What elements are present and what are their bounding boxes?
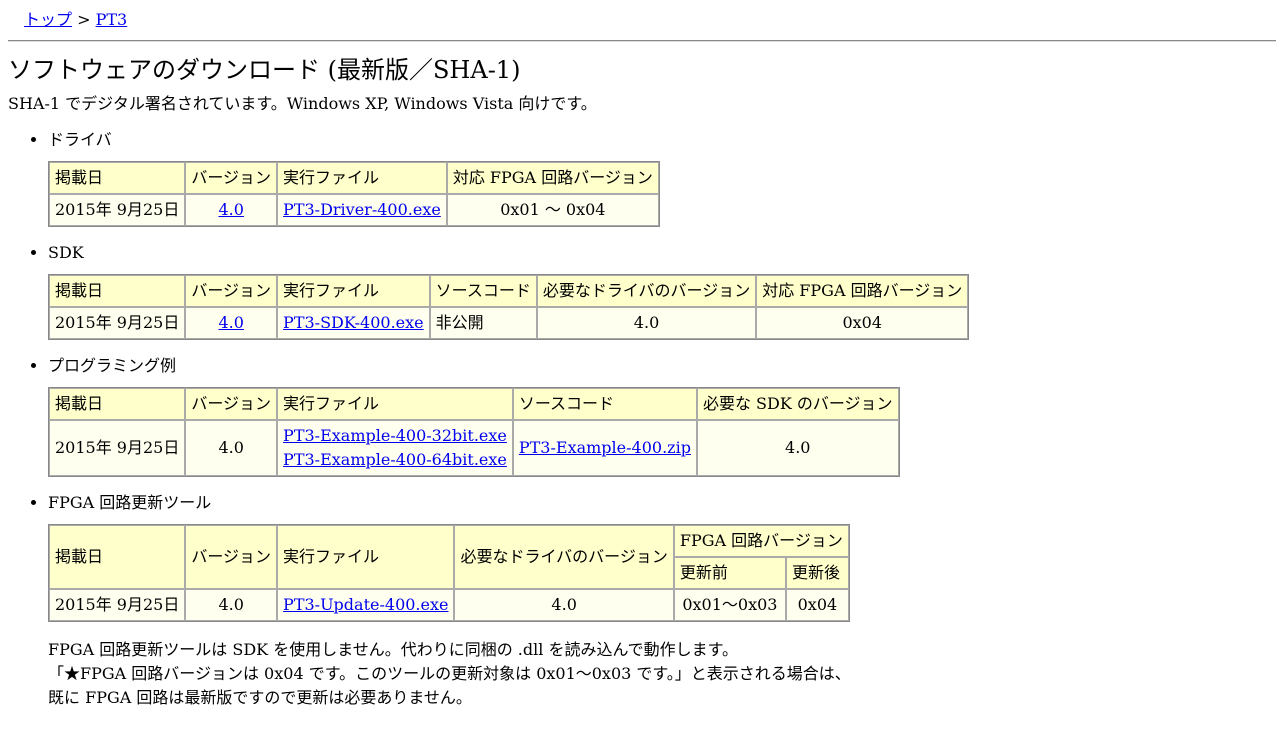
example-source-download-link[interactable]: PT3-Example-400.zip [519,438,691,457]
example-32bit-download-link[interactable]: PT3-Example-400-32bit.exe [283,426,507,445]
cell-version: 4.0 [185,420,278,476]
header-date: 掲載日 [49,388,186,420]
header-source: ソースコード [512,388,697,420]
example-table: 掲載日 バージョン 実行ファイル ソースコード 必要な SDK のバージョン 2… [48,387,900,477]
cell-fpga: 0x01 ～ 0x04 [446,194,659,226]
cell-driver-version: 4.0 [536,307,757,339]
cell-version: 4.0 [185,589,278,621]
cell-file: PT3-Driver-400.exe [277,194,447,226]
breadcrumb-top-link[interactable]: トップ [24,10,72,29]
update-note: FPGA 回路更新ツールは SDK を使用しません。代わりに同梱の .dll を… [48,638,1276,710]
section-heading-driver: ドライバ [48,130,112,149]
update-download-link[interactable]: PT3-Update-400.exe [283,595,448,614]
list-item-update: FPGA 回路更新ツール 掲載日 バージョン 実行ファイル 必要なドライバのバー… [48,491,1276,710]
cell-source: PT3-Example-400.zip [512,420,697,476]
cell-version: 4.0 [185,307,278,339]
header-file: 実行ファイル [277,388,513,420]
header-file: 実行ファイル [277,525,455,589]
header-before: 更新前 [673,557,786,589]
page-title: ソフトウェアのダウンロード (最新版／SHA-1) [8,56,521,84]
driver-download-link[interactable]: PT3-Driver-400.exe [283,200,441,219]
sdk-table: 掲載日 バージョン 実行ファイル ソースコード 必要なドライバのバージョン 対応… [48,274,970,340]
header-sdk-version: 必要な SDK のバージョン [696,388,899,420]
table-row: 2015年 9月25日 4.0 PT3-Update-400.exe 4.0 0… [49,589,849,621]
cell-after: 0x04 [786,589,849,621]
breadcrumb: トップ > PT3 [24,8,1276,32]
header-driver-version: 必要なドライバのバージョン [454,525,674,589]
header-fpga-version: FPGA 回路バージョン [673,525,849,557]
cell-driver-version: 4.0 [454,589,674,621]
example-64bit-download-link[interactable]: PT3-Example-400-64bit.exe [283,450,507,469]
section-heading-sdk: SDK [48,243,84,262]
header-version: バージョン [185,525,278,589]
note-line-2: 「★FPGA 回路バージョンは 0x04 です。このツールの更新対象は 0x01… [48,664,851,683]
header-file: 実行ファイル [277,275,430,307]
list-item-driver: ドライバ 掲載日 バージョン 実行ファイル 対応 FPGA 回路バージョン 20… [48,128,1276,227]
cell-file: PT3-Update-400.exe [277,589,455,621]
header-date: 掲載日 [49,275,186,307]
header-version: バージョン [185,388,278,420]
header-source: ソースコード [429,275,537,307]
divider [8,40,1276,42]
page: トップ > PT3 ソフトウェアのダウンロード (最新版／SHA-1) SHA-… [0,0,1284,710]
list-item-sdk: SDK 掲載日 バージョン 実行ファイル ソースコード 必要なドライバのバージョ… [48,241,1276,340]
section-heading-example: プログラミング例 [48,356,177,375]
table-header-row: 掲載日 バージョン 実行ファイル 必要なドライバのバージョン FPGA 回路バー… [49,525,849,589]
cell-before: 0x01～0x03 [673,589,786,621]
cell-source: 非公開 [429,307,537,339]
cell-file: PT3-SDK-400.exe [277,307,430,339]
header-fpga: 対応 FPGA 回路バージョン [756,275,969,307]
sdk-version-link[interactable]: 4.0 [218,313,243,332]
header-date: 掲載日 [49,162,186,194]
table-header-row: 掲載日 バージョン 実行ファイル 対応 FPGA 回路バージョン [49,162,659,194]
intro-text: SHA-1 でデジタル署名されています。Windows XP, Windows … [8,94,597,113]
table-header-row: 掲載日 バージョン 実行ファイル ソースコード 必要なドライバのバージョン 対応… [49,275,969,307]
table-row: 2015年 9月25日 4.0 PT3-Example-400-32bit.ex… [49,420,899,476]
table-header-row: 掲載日 バージョン 実行ファイル ソースコード 必要な SDK のバージョン [49,388,899,420]
breadcrumb-pt3-link[interactable]: PT3 [96,10,128,29]
cell-date: 2015年 9月25日 [49,307,186,339]
cell-date: 2015年 9月25日 [49,589,186,621]
sdk-download-link[interactable]: PT3-SDK-400.exe [283,313,424,332]
download-list: ドライバ 掲載日 バージョン 実行ファイル 対応 FPGA 回路バージョン 20… [8,128,1276,710]
note-line-3: 既に FPGA 回路は最新版ですので更新は必要ありません。 [48,688,472,707]
header-file: 実行ファイル [277,162,447,194]
driver-table: 掲載日 バージョン 実行ファイル 対応 FPGA 回路バージョン 2015年 9… [48,161,660,227]
header-fpga: 対応 FPGA 回路バージョン [446,162,659,194]
table-row: 2015年 9月25日 4.0 PT3-SDK-400.exe 非公開 4.0 … [49,307,969,339]
cell-sdk-version: 4.0 [696,420,899,476]
header-version: バージョン [185,162,278,194]
cell-date: 2015年 9月25日 [49,194,186,226]
cell-version: 4.0 [185,194,278,226]
header-after: 更新後 [786,557,849,589]
header-version: バージョン [185,275,278,307]
table-row: 2015年 9月25日 4.0 PT3-Driver-400.exe 0x01 … [49,194,659,226]
header-date: 掲載日 [49,525,186,589]
update-table: 掲載日 バージョン 実行ファイル 必要なドライバのバージョン FPGA 回路バー… [48,524,850,622]
cell-date: 2015年 9月25日 [49,420,186,476]
list-item-example: プログラミング例 掲載日 バージョン 実行ファイル ソースコード 必要な SDK… [48,354,1276,477]
cell-fpga: 0x04 [756,307,969,339]
header-driver-version: 必要なドライバのバージョン [536,275,757,307]
note-line-1: FPGA 回路更新ツールは SDK を使用しません。代わりに同梱の .dll を… [48,640,739,659]
cell-file: PT3-Example-400-32bit.exe PT3-Example-40… [277,420,513,476]
driver-version-link[interactable]: 4.0 [218,200,243,219]
breadcrumb-separator: > [72,10,96,29]
section-heading-update: FPGA 回路更新ツール [48,493,212,512]
